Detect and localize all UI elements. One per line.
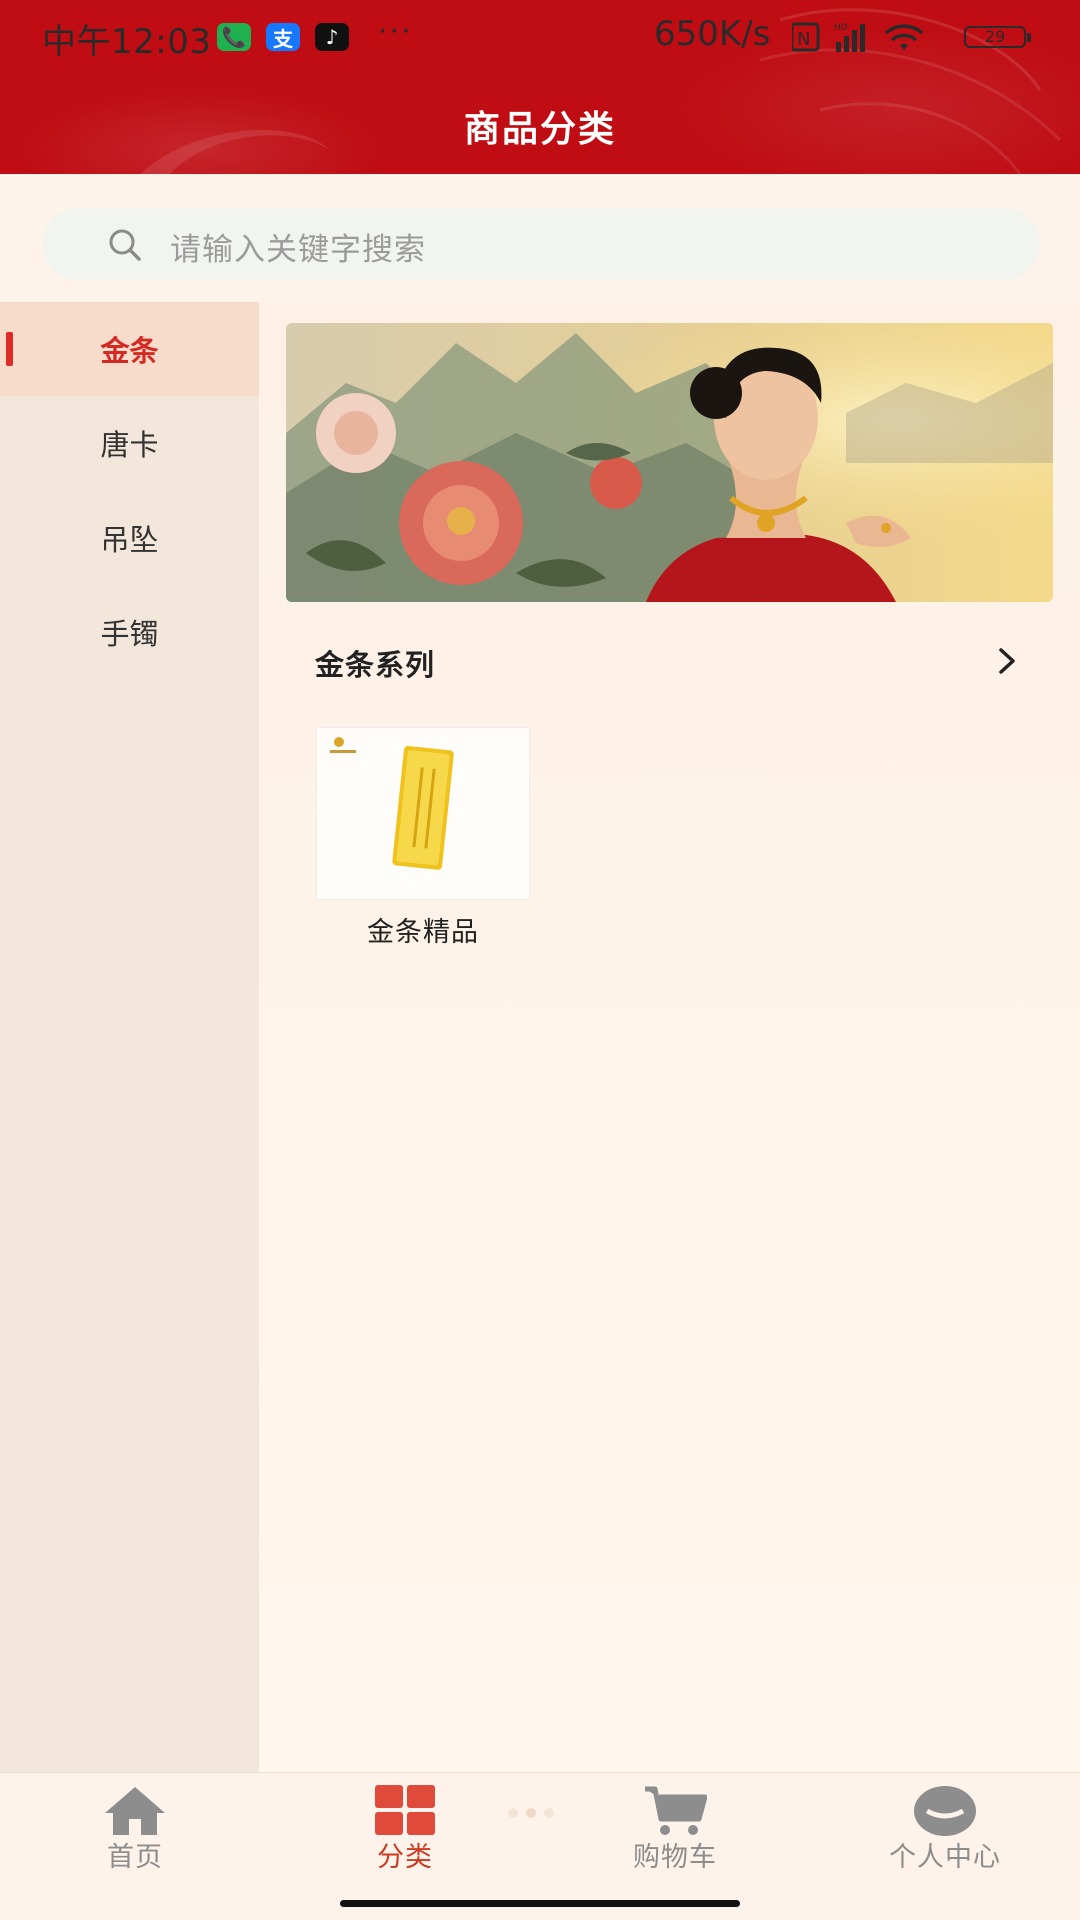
pager-dot: [526, 1808, 536, 1818]
tab-home-label: 首页: [107, 1842, 163, 1873]
pager-dot: [544, 1808, 554, 1818]
more-notifications-icon: ···: [378, 14, 413, 49]
product-card[interactable]: 金条精品: [316, 727, 530, 949]
tiktok-app-icon: ♪: [315, 23, 349, 51]
cart-icon: [645, 1786, 707, 1835]
search-icon: [109, 229, 141, 261]
phone-app-icon: 📞: [217, 23, 251, 51]
gold-bar-image: [330, 737, 454, 870]
jewelry-banner[interactable]: [286, 323, 1053, 602]
section-title: 金条系列: [315, 648, 436, 682]
tab-profile-label: 个人中心: [889, 1842, 1001, 1873]
bottom-tab-bar: 首页 分类 购物车 个人中心: [0, 1772, 1080, 1883]
product-image: [316, 727, 530, 900]
profile-icon: [914, 1786, 976, 1836]
page-title: 商品分类: [463, 109, 616, 150]
home-icon: [105, 1787, 165, 1835]
sidebar-item-gold-bar[interactable]: 金条: [0, 302, 259, 396]
tab-category[interactable]: 分类: [270, 1785, 540, 1881]
tab-profile[interactable]: 个人中心: [810, 1785, 1080, 1881]
status-time: 中午12:03: [42, 22, 212, 62]
product-name: 金条精品: [367, 917, 479, 948]
search-placeholder: 请输入关键字搜索: [170, 232, 426, 268]
signal-wifi-icons: N HD: [792, 22, 924, 52]
tab-category-label: 分类: [377, 1842, 433, 1873]
svg-text:HD: HD: [834, 23, 848, 33]
search-input[interactable]: 请输入关键字搜索: [42, 208, 1040, 280]
tab-cart-label: 购物车: [633, 1842, 717, 1873]
category-sidebar: 金条 唐卡 吊坠 手镯: [0, 302, 259, 1772]
chevron-right-icon[interactable]: [993, 646, 1021, 676]
alipay-app-icon: 支: [266, 23, 300, 51]
search-bar-container: 请输入关键字搜索: [0, 174, 1080, 302]
home-indicator: [340, 1900, 740, 1907]
status-bar: 中午12:03 📞 支 ♪ ··· 650K/s N HD 29: [0, 0, 1080, 76]
battery-indicator: 29: [964, 26, 1031, 48]
sidebar-item-pendant[interactable]: 吊坠: [0, 491, 259, 585]
svg-text:N: N: [797, 29, 810, 50]
tab-home[interactable]: 首页: [0, 1785, 270, 1881]
category-content: 金条系列 金条精品: [259, 302, 1080, 1772]
banner-image: [286, 323, 1053, 602]
category-grid-icon: [375, 1785, 435, 1835]
pager-dot: [508, 1808, 518, 1818]
app-header: 中午12:03 📞 支 ♪ ··· 650K/s N HD 29 商品分类: [0, 0, 1080, 174]
sidebar-item-bracelet[interactable]: 手镯: [0, 585, 259, 679]
network-speed: 650K/s: [654, 14, 771, 54]
tab-cart[interactable]: 购物车: [540, 1785, 810, 1881]
sidebar-item-thangka[interactable]: 唐卡: [0, 396, 259, 490]
